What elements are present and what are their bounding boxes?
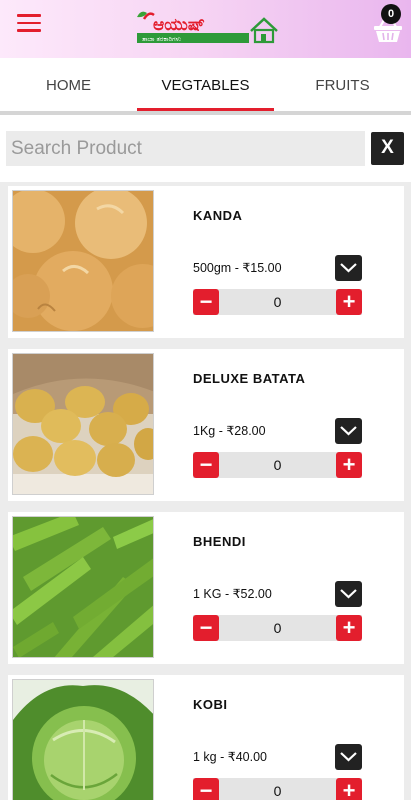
chevron-down-icon	[340, 263, 357, 273]
increase-quantity-button[interactable]: +	[336, 289, 362, 315]
product-image-onion	[12, 190, 154, 332]
variant-dropdown[interactable]	[335, 418, 362, 444]
app-header: ಆಯುಷ್ ತಾಜಾ ತರಕಾರಿಗಳು 0	[0, 0, 411, 58]
quantity-value: 0	[273, 294, 282, 310]
variant-dropdown[interactable]	[335, 744, 362, 770]
cart-button[interactable]: 0	[370, 4, 410, 44]
variant-dropdown[interactable]	[335, 581, 362, 607]
product-name: BHENDI	[193, 534, 246, 549]
decrease-quantity-button[interactable]: −	[193, 778, 219, 800]
product-name: DELUXE BATATA	[193, 371, 306, 386]
product-card: KOBI 1 kg - ₹40.00 − 0 +	[8, 675, 404, 800]
clear-search-button[interactable]: X	[371, 132, 404, 165]
decrease-quantity-button[interactable]: −	[193, 615, 219, 641]
product-price: 500gm - ₹15.00	[193, 261, 282, 275]
increase-quantity-button[interactable]: +	[336, 452, 362, 478]
search-bar	[0, 115, 411, 182]
ayush-logo: ಆಯುಷ್ ತಾಜಾ ತರಕಾರಿಗಳು	[137, 11, 278, 44]
decrease-quantity-button[interactable]: −	[193, 452, 219, 478]
tab-home[interactable]: HOME	[0, 58, 137, 113]
decrease-quantity-button[interactable]: −	[193, 289, 219, 315]
product-name: KOBI	[193, 697, 228, 712]
quantity-stepper: − 0 +	[193, 615, 362, 641]
product-card: KANDA 500gm - ₹15.00 − 0 +	[8, 186, 404, 338]
svg-text:ತಾಜಾ ತರಕಾರಿಗಳು: ತಾಜಾ ತರಕಾರಿಗಳು	[142, 35, 181, 43]
quantity-stepper: − 0 +	[193, 289, 362, 315]
product-image-potato	[12, 353, 154, 495]
quantity-value: 0	[273, 457, 282, 473]
increase-quantity-button[interactable]: +	[336, 778, 362, 800]
tab-vegetables[interactable]: VEGTABLES	[137, 58, 274, 113]
product-image-okra	[12, 516, 154, 658]
product-card: BHENDI 1 KG - ₹52.00 − 0 +	[8, 512, 404, 664]
search-input[interactable]	[6, 131, 365, 166]
quantity-stepper: − 0 +	[193, 452, 362, 478]
chevron-down-icon	[340, 589, 357, 599]
product-image-cabbage	[12, 679, 154, 800]
product-price: 1Kg - ₹28.00	[193, 424, 266, 438]
quantity-value: 0	[273, 620, 282, 636]
menu-icon[interactable]	[17, 14, 41, 32]
product-name: KANDA	[193, 208, 243, 223]
quantity-stepper: − 0 +	[193, 778, 362, 800]
chevron-down-icon	[340, 752, 357, 762]
product-price: 1 KG - ₹52.00	[193, 587, 272, 601]
tab-fruits[interactable]: FRUITS	[274, 58, 411, 113]
category-tabs: HOME VEGTABLES FRUITS	[0, 58, 411, 113]
svg-text:ಆಯುಷ್: ಆಯುಷ್	[153, 15, 205, 35]
increase-quantity-button[interactable]: +	[336, 615, 362, 641]
quantity-value: 0	[273, 783, 282, 799]
product-price: 1 kg - ₹40.00	[193, 750, 267, 764]
chevron-down-icon	[340, 426, 357, 436]
product-card: DELUXE BATATA 1Kg - ₹28.00 − 0 +	[8, 349, 404, 501]
variant-dropdown[interactable]	[335, 255, 362, 281]
cart-count-badge: 0	[381, 4, 401, 24]
